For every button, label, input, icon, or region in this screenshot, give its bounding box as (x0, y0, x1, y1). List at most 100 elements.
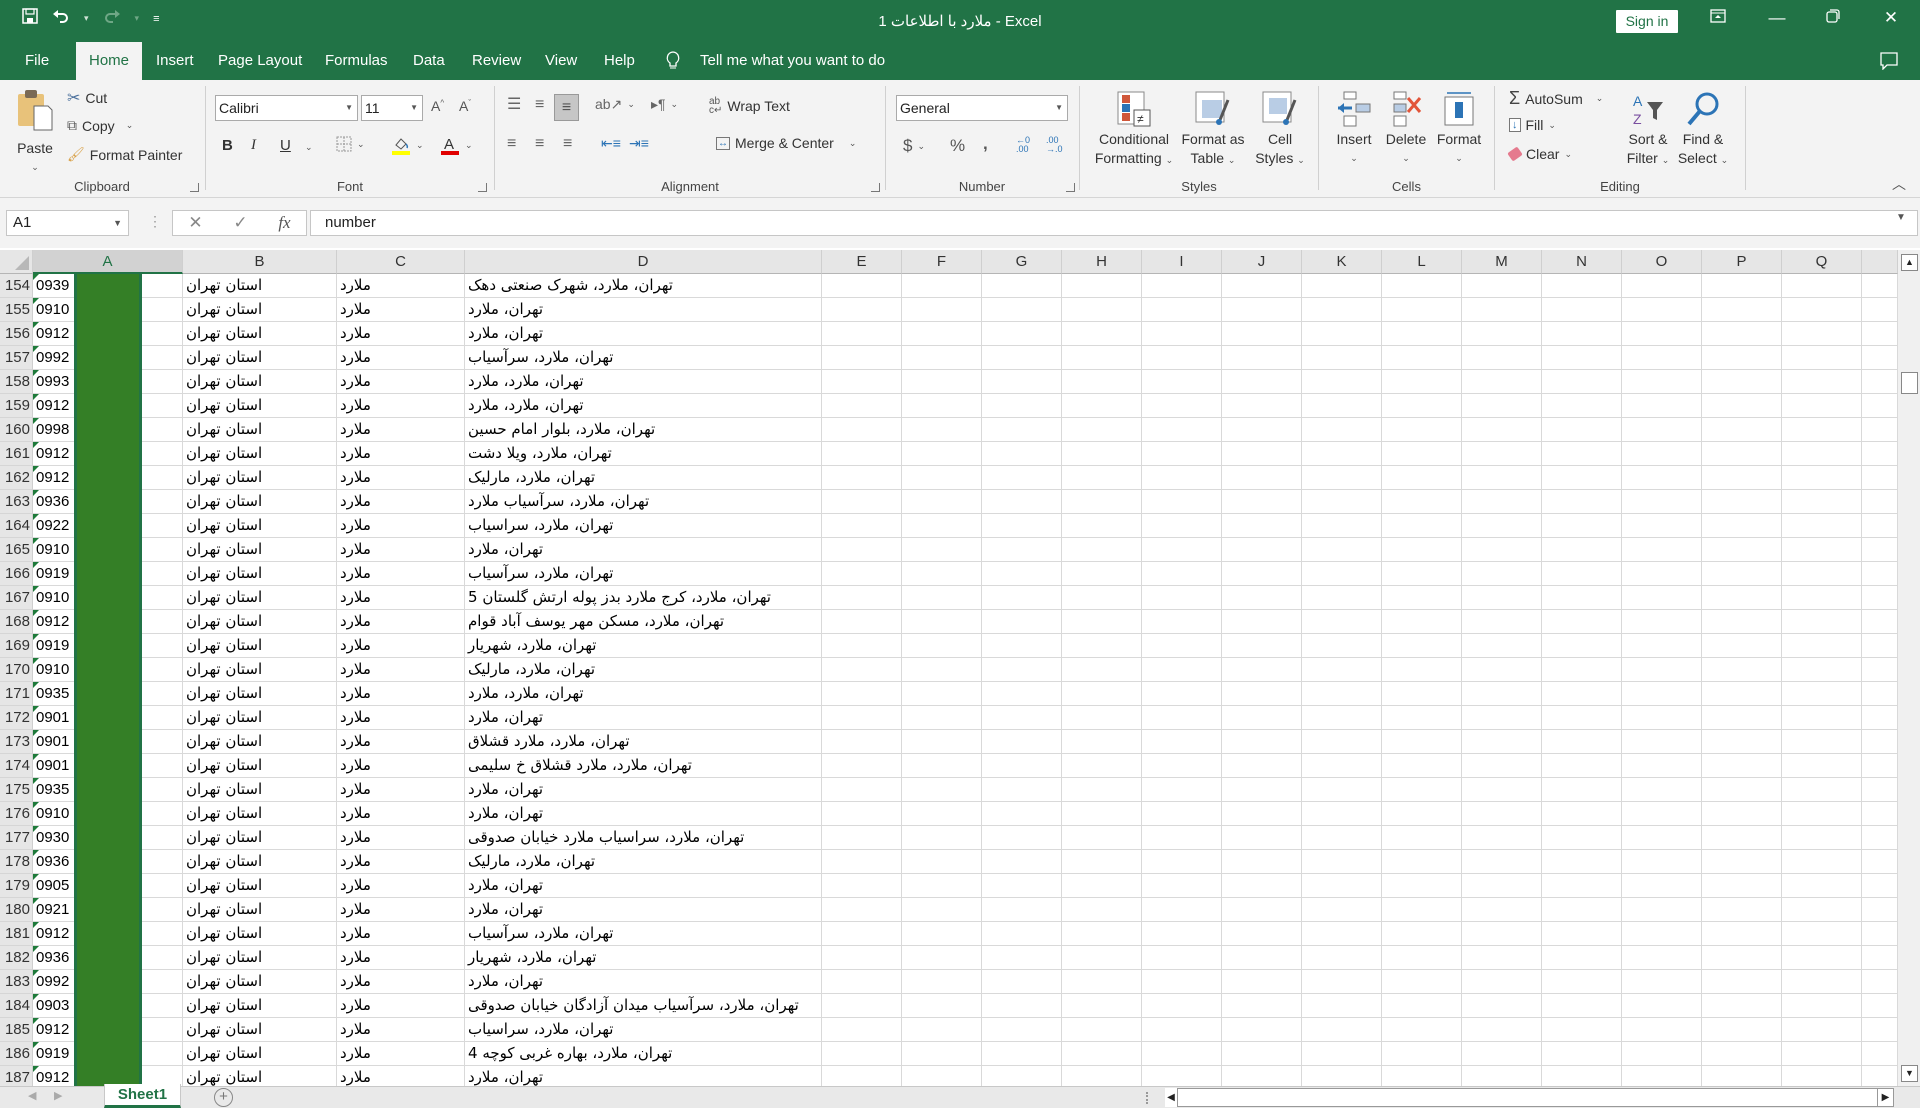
empty-cell[interactable] (822, 826, 902, 850)
empty-cell[interactable] (822, 922, 902, 946)
empty-cell[interactable] (1142, 898, 1222, 922)
column-header-g[interactable]: G (982, 250, 1062, 274)
empty-cell[interactable] (902, 514, 982, 538)
empty-cell[interactable] (1222, 586, 1302, 610)
column-header-b[interactable]: B (183, 250, 337, 274)
empty-cell[interactable] (1062, 394, 1142, 418)
empty-cell[interactable] (1782, 1066, 1862, 1086)
row-header[interactable]: 166 (0, 562, 33, 586)
empty-cell[interactable] (1382, 634, 1462, 658)
empty-cell[interactable] (822, 1042, 902, 1066)
bottom-align-button[interactable]: ≡ (554, 94, 579, 121)
cell-province[interactable]: استان تهران (183, 706, 337, 730)
empty-cell[interactable] (1702, 898, 1782, 922)
empty-cell[interactable] (1142, 370, 1222, 394)
empty-cell[interactable] (982, 1018, 1062, 1042)
empty-cell[interactable] (1302, 658, 1382, 682)
row-header[interactable]: 164 (0, 514, 33, 538)
cell-city[interactable]: ملارد (337, 1042, 465, 1066)
empty-cell[interactable] (1062, 682, 1142, 706)
empty-cell[interactable] (1062, 298, 1142, 322)
empty-cell[interactable] (1382, 994, 1462, 1018)
empty-cell[interactable] (1782, 586, 1862, 610)
empty-cell[interactable] (902, 442, 982, 466)
empty-cell[interactable] (1462, 994, 1542, 1018)
empty-cell[interactable] (1222, 682, 1302, 706)
cell-province[interactable]: استان تهران (183, 490, 337, 514)
increase-decimal-button[interactable]: ←0.00 (1016, 136, 1030, 154)
empty-cell[interactable] (1222, 442, 1302, 466)
empty-cell[interactable] (1222, 994, 1302, 1018)
cell-city[interactable]: ملارد (337, 922, 465, 946)
empty-cell[interactable] (1862, 490, 1898, 514)
empty-cell[interactable] (1062, 514, 1142, 538)
empty-cell[interactable] (1382, 418, 1462, 442)
row-header[interactable]: 169 (0, 634, 33, 658)
empty-cell[interactable] (1062, 730, 1142, 754)
empty-cell[interactable] (1622, 730, 1702, 754)
cell-province[interactable]: استان تهران (183, 322, 337, 346)
empty-cell[interactable] (1222, 922, 1302, 946)
cell-province[interactable]: استان تهران (183, 274, 337, 298)
empty-cell[interactable] (982, 298, 1062, 322)
empty-cell[interactable] (1382, 754, 1462, 778)
empty-cell[interactable] (1142, 826, 1222, 850)
empty-cell[interactable] (902, 586, 982, 610)
column-header-j[interactable]: J (1222, 250, 1302, 274)
empty-cell[interactable] (822, 658, 902, 682)
cell-city[interactable]: ملارد (337, 706, 465, 730)
empty-cell[interactable] (1222, 610, 1302, 634)
empty-cell[interactable] (1862, 370, 1898, 394)
empty-cell[interactable] (1782, 778, 1862, 802)
row-header[interactable]: 177 (0, 826, 33, 850)
column-header-l[interactable]: L (1382, 250, 1462, 274)
empty-cell[interactable] (1062, 346, 1142, 370)
cell-styles-button[interactable]: Cell Styles ⌄ (1250, 90, 1310, 170)
empty-cell[interactable] (1062, 658, 1142, 682)
restore-icon[interactable] (1818, 8, 1848, 28)
cell-address[interactable]: تهران، ملارد، بلوار امام حسین (465, 418, 822, 442)
row-header[interactable]: 172 (0, 706, 33, 730)
cell-province[interactable]: استان تهران (183, 1042, 337, 1066)
empty-cell[interactable] (822, 874, 902, 898)
empty-cell[interactable] (1702, 706, 1782, 730)
empty-cell[interactable] (902, 826, 982, 850)
empty-cell[interactable] (1782, 970, 1862, 994)
empty-cell[interactable] (902, 898, 982, 922)
empty-cell[interactable] (982, 754, 1062, 778)
empty-cell[interactable] (1062, 826, 1142, 850)
tab-view[interactable]: View (535, 42, 587, 80)
tab-home[interactable]: Home (76, 42, 142, 80)
decrease-font-size-button[interactable]: Aˇ (459, 98, 471, 114)
cell-province[interactable]: استان تهران (183, 1018, 337, 1042)
clipboard-launcher-icon[interactable] (190, 183, 199, 192)
empty-cell[interactable] (1382, 1042, 1462, 1066)
empty-cell[interactable] (1862, 298, 1898, 322)
empty-cell[interactable] (1222, 658, 1302, 682)
empty-cell[interactable] (1542, 346, 1622, 370)
empty-cell[interactable] (1782, 658, 1862, 682)
empty-cell[interactable] (902, 778, 982, 802)
empty-cell[interactable] (1862, 562, 1898, 586)
font-size-select[interactable]: 11 ▼ (361, 95, 423, 121)
empty-cell[interactable] (1462, 1066, 1542, 1086)
column-header-d[interactable]: D (465, 250, 822, 274)
empty-cell[interactable] (902, 802, 982, 826)
empty-cell[interactable] (982, 442, 1062, 466)
empty-cell[interactable] (1302, 778, 1382, 802)
align-center-button[interactable]: ≡ (535, 135, 544, 153)
empty-cell[interactable] (1062, 466, 1142, 490)
underline-button[interactable]: U (280, 137, 291, 154)
empty-cell[interactable] (1702, 586, 1782, 610)
cell-city[interactable]: ملارد (337, 634, 465, 658)
empty-cell[interactable] (1542, 298, 1622, 322)
empty-cell[interactable] (1142, 850, 1222, 874)
empty-cell[interactable] (1702, 874, 1782, 898)
row-header[interactable]: 176 (0, 802, 33, 826)
cell-address[interactable]: تهران، ملارد، کرج ملارد بدز پوله ارتش گل… (465, 586, 822, 610)
cell-address[interactable]: تهران، ملارد، سرآسیاب ملارد (465, 490, 822, 514)
empty-cell[interactable] (1782, 850, 1862, 874)
empty-cell[interactable] (1382, 946, 1462, 970)
select-all-button[interactable] (0, 250, 33, 274)
empty-cell[interactable] (1622, 922, 1702, 946)
